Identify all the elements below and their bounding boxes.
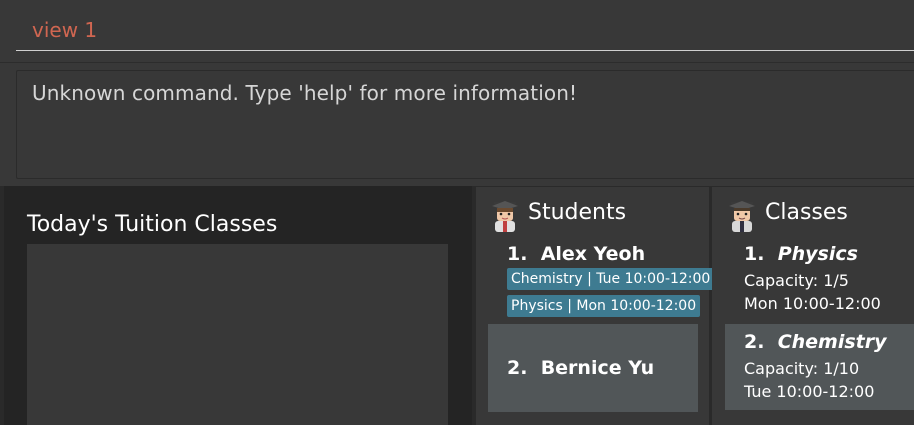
student-avatar-icon [492, 201, 518, 232]
class-card[interactable]: 2. Chemistry Capacity: 1/10 Tue 10:00-12… [725, 324, 914, 410]
class-card[interactable]: 1. Physics Capacity: 1/5 Mon 10:00-12:00 [725, 235, 914, 322]
students-title: Students [528, 200, 627, 225]
classes-title: Classes [765, 200, 848, 225]
class-capacity: Capacity: 1/5 [744, 271, 849, 290]
student-name-1: 1. Alex Yeoh [507, 243, 646, 265]
today-classes-list[interactable] [27, 244, 448, 425]
student-card[interactable]: 1. Alex Yeoh Chemistry | Tue 10:00-12:00… [488, 235, 715, 323]
class-tag: Chemistry | Tue 10:00-12:00 [507, 268, 715, 290]
class-subject-2: 2. Chemistry [744, 331, 887, 353]
class-capacity: Capacity: 1/10 [744, 359, 860, 378]
student-card[interactable]: 2. Bernice Yu [488, 324, 698, 412]
result-message: Unknown command. Type 'help' for more in… [32, 81, 578, 105]
student-name-2: 2. Bernice Yu [507, 357, 655, 379]
class-tag: Physics | Mon 10:00-12:00 [507, 295, 701, 317]
teacher-avatar-icon [729, 201, 755, 232]
class-time: Tue 10:00-12:00 [744, 382, 875, 401]
result-display: Unknown command. Type 'help' for more in… [16, 70, 914, 179]
command-bar: view 1 [0, 0, 914, 63]
today-title: Today's Tuition Classes [27, 212, 278, 237]
command-input[interactable]: view 1 [16, 11, 914, 51]
class-time: Mon 10:00-12:00 [744, 294, 881, 313]
class-subject-1: 1. Physics [744, 243, 858, 265]
